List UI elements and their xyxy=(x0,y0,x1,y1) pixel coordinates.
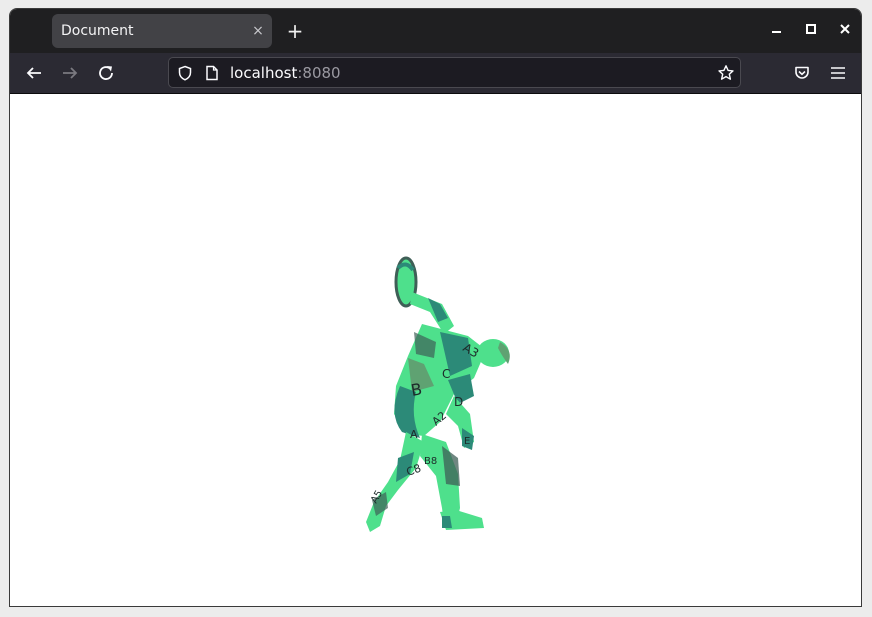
close-icon xyxy=(840,24,850,34)
reload-icon xyxy=(99,66,113,80)
pocket-icon xyxy=(795,66,809,79)
url-host: localhost xyxy=(230,64,298,82)
tab-title: Document xyxy=(61,23,134,39)
menu-button[interactable] xyxy=(826,61,850,85)
tab-bar: Document × + xyxy=(10,9,861,53)
url-text[interactable]: localhost:8080 xyxy=(230,64,341,82)
page-icon xyxy=(206,65,218,81)
minimize-button[interactable] xyxy=(767,21,787,41)
url-port: :8080 xyxy=(297,64,341,82)
back-arrow-icon xyxy=(26,67,41,79)
textured-discus-thrower-figure: A3 B C A2 A D B8 C8 E A5 xyxy=(366,256,510,532)
close-window-button[interactable] xyxy=(835,21,855,41)
pocket-button[interactable] xyxy=(790,61,814,85)
patch-label: E xyxy=(464,436,470,447)
page-content: A3 B C A2 A D B8 C8 E A5 xyxy=(10,94,861,606)
hamburger-menu-icon xyxy=(831,67,845,79)
browser-window: Document × + localhost:8080 A3 B C A2 A … xyxy=(9,8,862,607)
back-button[interactable] xyxy=(22,61,46,85)
close-tab-icon[interactable]: × xyxy=(246,23,270,39)
patch-label: B8 xyxy=(424,456,437,467)
bookmark-star-icon[interactable] xyxy=(717,64,735,82)
minimize-icon xyxy=(772,31,781,33)
address-bar[interactable]: localhost:8080 xyxy=(168,57,741,88)
patch-label: D xyxy=(454,395,463,409)
maximize-icon xyxy=(806,24,816,34)
forward-arrow-icon xyxy=(63,67,78,79)
patch-label: C xyxy=(442,367,450,381)
tracking-protection-shield-icon[interactable] xyxy=(177,65,193,81)
navigation-toolbar: localhost:8080 xyxy=(10,53,861,94)
maximize-button[interactable] xyxy=(801,21,821,41)
patch-label: A xyxy=(410,428,418,441)
new-tab-button[interactable]: + xyxy=(283,19,307,43)
forward-button[interactable] xyxy=(58,61,82,85)
tab-document[interactable]: Document × xyxy=(52,14,272,48)
reload-button[interactable] xyxy=(94,61,118,85)
